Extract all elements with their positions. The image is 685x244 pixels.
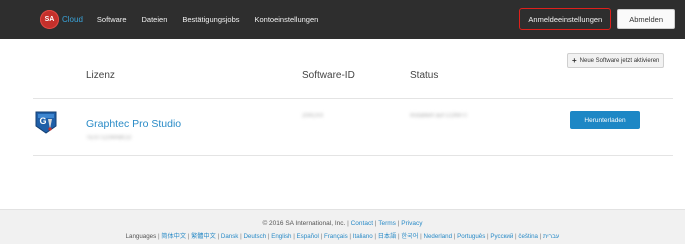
footer-contact-link[interactable]: Contact bbox=[351, 220, 373, 227]
header-license: Lizenz bbox=[86, 70, 115, 81]
row-divider bbox=[33, 155, 673, 156]
graphtec-product-icon: G bbox=[35, 111, 57, 134]
status-value: Installiert auf CONFIT bbox=[410, 113, 469, 119]
header-software-id: Software-ID bbox=[302, 70, 355, 81]
nav-kontoeinstellungen[interactable]: Kontoeinstellungen bbox=[255, 15, 319, 24]
nav-software[interactable]: Software bbox=[97, 15, 127, 24]
copyright-text: © 2016 SA International, Inc. bbox=[262, 220, 346, 227]
languages-label: Languages bbox=[125, 233, 157, 240]
svg-text:G: G bbox=[40, 116, 47, 126]
lang-link[interactable]: 한국어 bbox=[401, 233, 418, 240]
footer-copyright-line: © 2016 SA International, Inc. | Contact … bbox=[262, 220, 423, 227]
navbar-left: SA Cloud Software Dateien Bestätigungsjo… bbox=[40, 9, 324, 29]
footer: © 2016 SA International, Inc. | Contact … bbox=[0, 209, 685, 244]
lang-link[interactable]: Русский bbox=[490, 233, 513, 240]
software-id-value: 2041XX bbox=[302, 113, 324, 119]
lang-link[interactable]: עברית bbox=[543, 233, 559, 240]
lang-link[interactable]: Dansk bbox=[221, 233, 239, 240]
lang-link[interactable]: Nederland bbox=[423, 233, 452, 240]
activate-software-button[interactable]: + Neue Software jetzt aktivieren bbox=[567, 53, 665, 68]
lang-link[interactable]: English bbox=[271, 233, 291, 240]
lang-link[interactable]: Português bbox=[457, 233, 485, 240]
logout-button[interactable]: Abmelden bbox=[617, 9, 675, 29]
lang-link[interactable]: Español bbox=[297, 233, 319, 240]
lang-link[interactable]: Italiano bbox=[353, 233, 373, 240]
activate-software-label: Neue Software jetzt aktivieren bbox=[579, 57, 660, 64]
navbar-right: Anmeldeeinstellungen Abmelden bbox=[519, 8, 675, 30]
download-button[interactable]: Herunterladen bbox=[570, 111, 640, 129]
lang-link[interactable]: Français bbox=[324, 233, 348, 240]
plus-icon: + bbox=[572, 55, 577, 65]
account-settings-button[interactable]: Anmeldeeinstellungen bbox=[519, 8, 612, 30]
header-status: Status bbox=[410, 70, 439, 81]
nav-dateien[interactable]: Dateien bbox=[142, 15, 168, 24]
product-name-link[interactable]: Graphtec Pro Studio bbox=[86, 118, 181, 130]
nav-bestaetigungsjobs[interactable]: Bestätigungsjobs bbox=[182, 15, 239, 24]
lang-link[interactable]: Deutsch bbox=[243, 233, 266, 240]
footer-languages-line: Languages | 简体中文 | 繁體中文 | Dansk | Deutsc… bbox=[125, 233, 560, 240]
license-code: TEST1234ABCD bbox=[86, 135, 132, 141]
lang-link[interactable]: čeština bbox=[518, 233, 538, 240]
lang-link[interactable]: 简体中文 bbox=[161, 233, 186, 240]
footer-terms-link[interactable]: Terms bbox=[378, 220, 396, 227]
lang-link[interactable]: 繁體中文 bbox=[191, 233, 216, 240]
top-navbar: SA Cloud Software Dateien Bestätigungsjo… bbox=[0, 0, 685, 39]
lang-link[interactable]: 日本語 bbox=[378, 233, 397, 240]
header-divider bbox=[33, 98, 673, 99]
brand-cloud-text: Cloud bbox=[62, 14, 83, 24]
footer-privacy-link[interactable]: Privacy bbox=[401, 220, 422, 227]
sa-logo-icon[interactable]: SA bbox=[40, 9, 59, 29]
